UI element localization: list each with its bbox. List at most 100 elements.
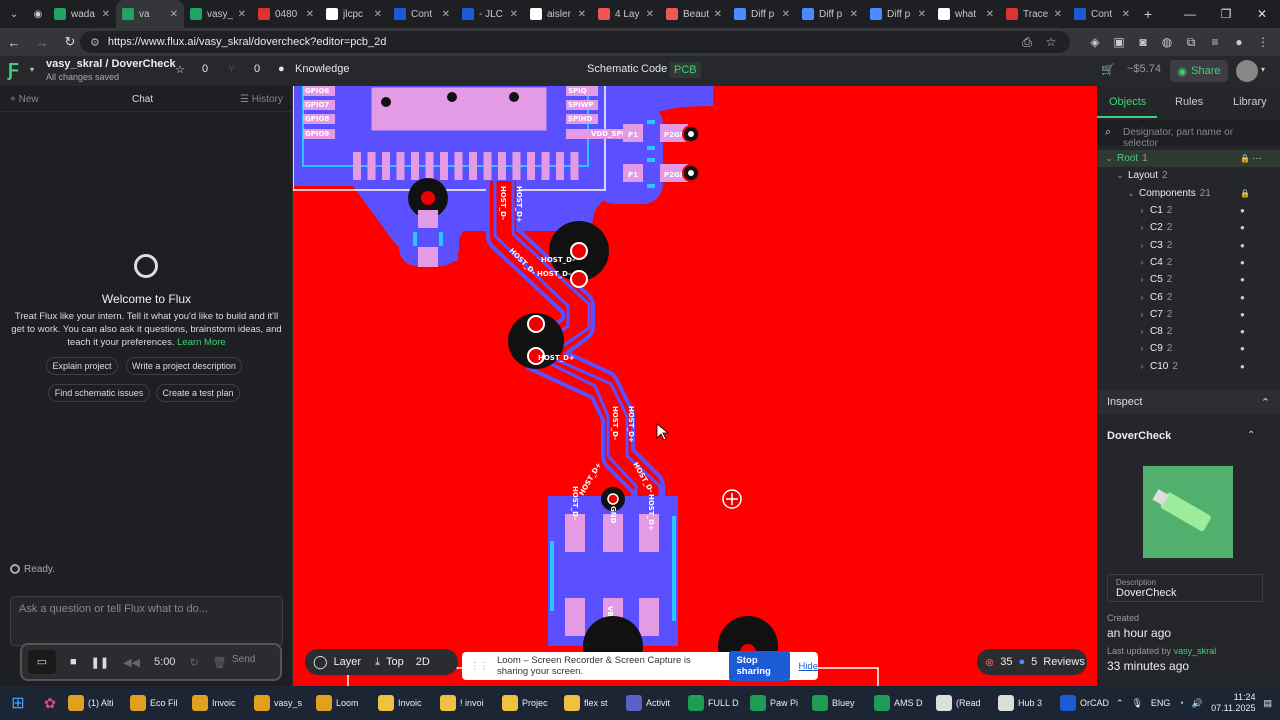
hide-banner-link[interactable]: Hide: [798, 661, 818, 672]
visibility-dot-icon[interactable]: ●: [1240, 275, 1245, 284]
tab-code[interactable]: Code: [641, 63, 667, 75]
browser-tab[interactable]: Beaut ✕: [660, 0, 728, 28]
tree-item[interactable]: › C7 2 ●: [1097, 306, 1280, 323]
reviews-pill[interactable]: ⊗ 35 ● 5 Reviews: [977, 649, 1087, 675]
taskbar-app[interactable]: Activit: [622, 686, 684, 720]
tree-item[interactable]: › C6 2 ●: [1097, 288, 1280, 305]
explain-project-button[interactable]: Explain project: [46, 357, 118, 375]
tab-rules[interactable]: Rules: [1175, 96, 1203, 108]
download-icon[interactable]: ⤓: [375, 656, 380, 669]
tree-chevron-icon[interactable]: ›: [1136, 241, 1148, 250]
forward-icon[interactable]: →: [28, 35, 56, 50]
taskbar-app[interactable]: Loom: [312, 686, 374, 720]
clock[interactable]: 11:24 07.11.2025: [1211, 692, 1255, 714]
tab-close-icon[interactable]: ✕: [986, 9, 994, 20]
tree-chevron-icon[interactable]: ›: [1136, 258, 1148, 267]
tab-close-icon[interactable]: ✕: [374, 9, 382, 20]
camera-icon[interactable]: ◙: [1136, 35, 1150, 49]
tree-chevron-icon[interactable]: ›: [1136, 310, 1148, 319]
fork-icon[interactable]: ⑂: [228, 63, 235, 75]
browser-tab[interactable]: - JLC ✕: [456, 0, 524, 28]
tree-item[interactable]: › C5 2 ●: [1097, 271, 1280, 288]
tree-item[interactable]: › C2 2 ●: [1097, 219, 1280, 236]
tab-pcb[interactable]: PCB: [670, 62, 701, 78]
mic-icon[interactable]: 🎙: [1131, 698, 1142, 709]
updated-user-link[interactable]: vasy_skral: [1174, 646, 1217, 656]
tab-schematic[interactable]: Schematic: [587, 63, 638, 75]
avatar-chevron-icon[interactable]: ▾: [1261, 65, 1265, 74]
taskbar-app[interactable]: (Read: [932, 686, 994, 720]
tree-item[interactable]: › C10 2 ●: [1097, 358, 1280, 375]
avatar[interactable]: [1236, 60, 1258, 82]
extension-icon[interactable]: ▣: [1112, 35, 1126, 49]
find-schematic-issues-button[interactable]: Find schematic issues: [48, 384, 150, 402]
visibility-dot-icon[interactable]: ●: [1240, 223, 1245, 232]
tree-item[interactable]: ⌄ Root 1 🔒 ···: [1097, 150, 1280, 168]
browser-tab[interactable]: aisler ✕: [524, 0, 592, 28]
lang-indicator[interactable]: ENG: [1151, 698, 1171, 708]
tree-chevron-icon[interactable]: ›: [1136, 293, 1148, 302]
taskbar-app[interactable]: vasy_s: [250, 686, 312, 720]
install-icon[interactable]: ⎙: [1020, 35, 1034, 50]
tree-item[interactable]: › C8 2 ●: [1097, 323, 1280, 340]
logo-menu-chevron-icon[interactable]: ▾: [30, 65, 34, 74]
new-tab-icon[interactable]: +: [1136, 6, 1160, 22]
media-icon[interactable]: ≡: [1208, 35, 1222, 49]
drag-handle-icon[interactable]: ⋮⋮: [470, 661, 489, 672]
visibility-dot-icon[interactable]: ●: [1240, 206, 1245, 215]
restore-icon[interactable]: ❐: [1208, 0, 1244, 28]
layer-circle-icon[interactable]: ◯: [313, 654, 328, 670]
browser-tab[interactable]: what ✕: [932, 0, 1000, 28]
tree-chevron-icon[interactable]: ›: [1136, 327, 1148, 336]
object-search-input[interactable]: Designator, part name or selector: [1097, 120, 1280, 149]
tab-objects[interactable]: Objects: [1109, 96, 1146, 108]
knowledge-button[interactable]: Knowledge: [295, 63, 349, 75]
tree-chevron-icon[interactable]: ›: [1136, 275, 1148, 284]
browser-tab[interactable]: 4 Lay ✕: [592, 0, 660, 28]
tree-chevron-icon[interactable]: ›: [1136, 206, 1148, 215]
site-info-icon[interactable]: ⚙: [90, 36, 100, 49]
restart-icon[interactable]: ↻: [189, 656, 198, 669]
lock-icon[interactable]: 🔒: [1240, 154, 1250, 163]
volume-icon[interactable]: 🔊: [1192, 698, 1203, 709]
learn-more-link[interactable]: Learn More: [177, 337, 226, 348]
project-title[interactable]: vasy_skral / DoverCheck: [46, 58, 176, 70]
browser-tab[interactable]: vasy_ ✕: [184, 0, 252, 28]
tab-close-icon[interactable]: ✕: [714, 9, 722, 20]
layer-button[interactable]: Layer: [334, 656, 362, 668]
star-icon[interactable]: ☆: [175, 63, 185, 76]
taskbar-app[interactable]: (1) Alti: [64, 686, 126, 720]
browser-tab[interactable]: Diff p ✕: [864, 0, 932, 28]
browser-tab[interactable]: 0480 ✕: [252, 0, 320, 28]
tab-close-icon[interactable]: ✕: [646, 9, 654, 20]
windows-start-icon[interactable]: ⊞: [0, 693, 36, 713]
send-button[interactable]: Send: [232, 654, 255, 665]
chat-tab[interactable]: Chat: [132, 94, 153, 105]
history-button[interactable]: ☰ History: [240, 94, 283, 105]
more-icon[interactable]: ···: [1252, 153, 1262, 164]
tab-close-icon[interactable]: ✕: [170, 9, 178, 20]
taskbar-app[interactable]: FULL D: [684, 686, 746, 720]
price-estimate[interactable]: ~$5.74: [1127, 63, 1161, 75]
tree-chevron-icon[interactable]: ›: [1136, 344, 1148, 353]
visibility-dot-icon[interactable]: ●: [1240, 293, 1245, 302]
browser-tab[interactable]: va ✕: [116, 0, 184, 28]
description-field[interactable]: Description DoverCheck: [1107, 574, 1263, 602]
taskbar-app[interactable]: OrCAD: [1056, 686, 1118, 720]
tree-item[interactable]: ⌄ Components 21 🔒: [1097, 185, 1280, 202]
write-description-button[interactable]: Write a project description: [126, 357, 242, 375]
taskbar-app[interactable]: Invoic: [188, 686, 250, 720]
pcb-canvas[interactable]: GPIO6 GPIO7 GPIO8 GPIO9 SPIQ SPIWP SPIHD…: [293, 86, 1097, 686]
collapse-chevron-icon[interactable]: ⌃: [1261, 396, 1270, 409]
cart-icon[interactable]: 🛒: [1101, 63, 1115, 76]
visibility-dot-icon[interactable]: ●: [1240, 310, 1245, 319]
close-window-icon[interactable]: ✕: [1244, 0, 1280, 28]
extension-icon[interactable]: ◈: [1088, 35, 1102, 49]
tray-chevron-icon[interactable]: ⌃: [1116, 698, 1124, 709]
new-chat-button[interactable]: + New: [10, 94, 39, 105]
inspect-header[interactable]: Inspect ⌃: [1097, 390, 1280, 414]
tab-close-icon[interactable]: ✕: [918, 9, 926, 20]
taskbar-app[interactable]: Projec: [498, 686, 560, 720]
back-icon[interactable]: ←: [0, 35, 28, 50]
tab-close-icon[interactable]: ✕: [782, 9, 790, 20]
